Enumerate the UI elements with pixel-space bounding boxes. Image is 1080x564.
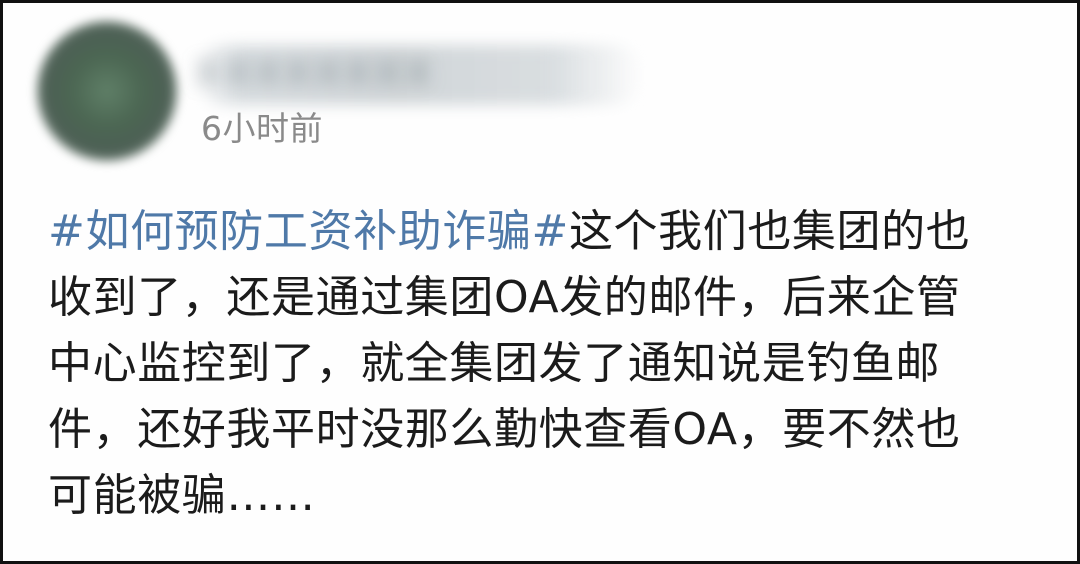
post-text-1: 这个我们也集团的也	[568, 206, 971, 257]
post-line-5: 可能被骗……	[48, 470, 316, 521]
avatar[interactable]	[37, 21, 177, 161]
hashtag-link[interactable]: #如何预防工资补助诈骗#	[48, 206, 569, 257]
username[interactable]: 某某某某某某某某	[193, 45, 643, 105]
post-line-3: 中心监控到了，就全集团发了通知说是钓鱼邮	[48, 338, 940, 389]
post-line-4: 件，还好我平时没那么勤快查看OA，要不然也	[48, 404, 961, 455]
post-content: #如何预防工资补助诈骗#这个我们也集团的也 收到了，还是通过集团OA发的邮件，后…	[48, 199, 1048, 529]
post-line-2: 收到了，还是通过集团OA发的邮件，后来企管	[48, 272, 961, 323]
post-timestamp: 6小时前	[201, 109, 323, 148]
post-card: 某某某某某某某某 6小时前 #如何预防工资补助诈骗#这个我们也集团的也 收到了，…	[0, 0, 1080, 564]
post-line-1: #如何预防工资补助诈骗#这个我们也集团的也	[48, 199, 1048, 265]
